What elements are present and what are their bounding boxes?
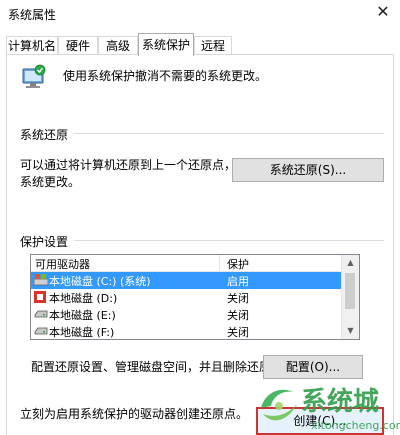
create-text: 立刻为启用系统保护的驱动器创建还原点。 (20, 407, 249, 421)
watermark-brand: 系统城 (301, 386, 379, 417)
drive-status: 关闭 (227, 326, 249, 339)
close-icon[interactable]: ✕ (366, 0, 400, 26)
system-drive-icon (34, 274, 48, 286)
protection-heading: 保护设置 (20, 235, 69, 249)
tab-advanced[interactable]: 高级 (98, 36, 138, 55)
tab-strip: 计算机名 硬件 高级 系统保护 远程 (6, 33, 400, 56)
drive-row-d[interactable]: 本地磁盘 (D:) 关闭 (31, 289, 343, 306)
restore-description-line2: 系统更改。 (20, 175, 81, 189)
colorful-drive-icon (34, 291, 46, 303)
tab-remote[interactable]: 远程 (194, 36, 232, 55)
drive-name: 本地磁盘 (C:) (系统) (49, 275, 151, 288)
drive-name: 本地磁盘 (D:) (49, 292, 118, 305)
restore-divider (74, 133, 384, 134)
drive-name: 本地磁盘 (E:) (49, 309, 116, 322)
tab-computer-name[interactable]: 计算机名 (6, 36, 58, 55)
scroll-thumb[interactable] (345, 273, 355, 309)
drive-status: 关闭 (227, 292, 249, 305)
drive-list[interactable]: 可用驱动器 保护 本地磁盘 (C:) (系统) 启用 本地磁盘 (D:) 关闭 … (30, 254, 360, 340)
protection-divider (74, 240, 384, 241)
drive-row-f[interactable]: 本地磁盘 (F:) 关闭 (31, 323, 343, 339)
drive-status: 关闭 (227, 309, 249, 322)
drive-list-scrollbar[interactable]: ▲ ▼ (341, 255, 359, 339)
title-bar: 系统属性 ✕ (0, 0, 400, 26)
drive-icon (34, 310, 48, 318)
intro-text: 使用系统保护撤消不需要的系统更改。 (63, 69, 268, 83)
scroll-up-icon[interactable]: ▲ (342, 255, 359, 271)
watermark-domain: xitongcheng.com (311, 419, 400, 432)
tab-hardware[interactable]: 硬件 (58, 36, 98, 55)
window-title: 系统属性 (8, 8, 57, 22)
drive-icon (34, 327, 48, 335)
drive-row-c[interactable]: 本地磁盘 (C:) (系统) 启用 (31, 272, 343, 289)
drive-status: 启用 (227, 275, 249, 288)
system-restore-button[interactable]: 系统还原(S)... (232, 158, 384, 182)
drive-list-header: 可用驱动器 保护 (31, 255, 343, 272)
configure-text: 配置还原设置、管理磁盘空间，并且删除还原点。 (31, 360, 296, 374)
drive-name: 本地磁盘 (F:) (49, 326, 115, 339)
tab-system-protection[interactable]: 系统保护 (138, 33, 194, 56)
column-protection[interactable]: 保护 (227, 256, 249, 272)
system-protection-icon (22, 64, 46, 88)
brand-watermark: 系统城 xitongcheng.com (261, 386, 400, 432)
restore-heading: 系统还原 (20, 128, 69, 142)
drive-row-e[interactable]: 本地磁盘 (E:) 关闭 (31, 306, 343, 323)
scroll-down-icon[interactable]: ▼ (342, 323, 359, 339)
restore-description-line1: 可以通过将计算机还原到上一个还原点，撤消 (20, 158, 261, 172)
column-available-drives[interactable]: 可用驱动器 (35, 256, 90, 272)
